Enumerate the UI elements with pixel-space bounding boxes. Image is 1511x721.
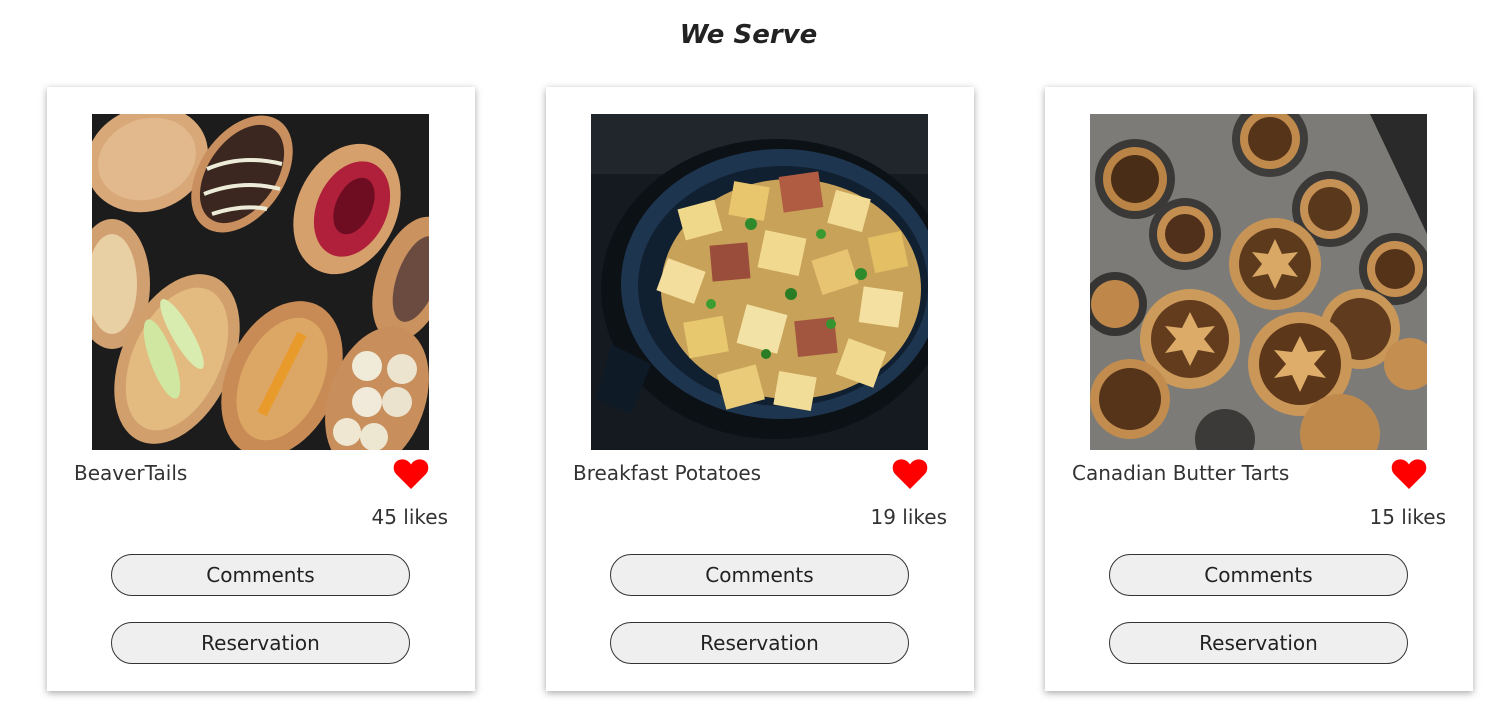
- food-name: Canadian Butter Tarts: [1072, 461, 1290, 485]
- menu-card: Breakfast Potatoes 19 likes Comments Res…: [546, 87, 974, 691]
- section-title: We Serve: [679, 20, 818, 50]
- comments-button[interactable]: Comments: [610, 554, 909, 596]
- menu-card: Canadian Butter Tarts 15 likes Comments …: [1045, 87, 1473, 691]
- likes-count: 15 likes: [1369, 505, 1446, 529]
- reservation-button[interactable]: Reservation: [111, 622, 410, 664]
- food-image-breakfast-potatoes[interactable]: [591, 114, 928, 450]
- heart-icon[interactable]: [892, 458, 928, 490]
- food-name: Breakfast Potatoes: [573, 461, 762, 485]
- comments-button[interactable]: Comments: [1109, 554, 1408, 596]
- page: We Serve BeaverTails 45 likes Comments R…: [0, 0, 1511, 721]
- food-name: BeaverTails: [74, 461, 188, 485]
- reservation-button[interactable]: Reservation: [610, 622, 909, 664]
- food-image-butter-tarts[interactable]: [1090, 114, 1427, 450]
- likes-count: 45 likes: [371, 505, 448, 529]
- food-image-beavertails[interactable]: [92, 114, 429, 450]
- menu-card: BeaverTails 45 likes Comments Reservatio…: [47, 87, 475, 691]
- heart-icon[interactable]: [1391, 458, 1427, 490]
- comments-button[interactable]: Comments: [111, 554, 410, 596]
- likes-count: 19 likes: [870, 505, 947, 529]
- reservation-button[interactable]: Reservation: [1109, 622, 1408, 664]
- heart-icon[interactable]: [393, 458, 429, 490]
